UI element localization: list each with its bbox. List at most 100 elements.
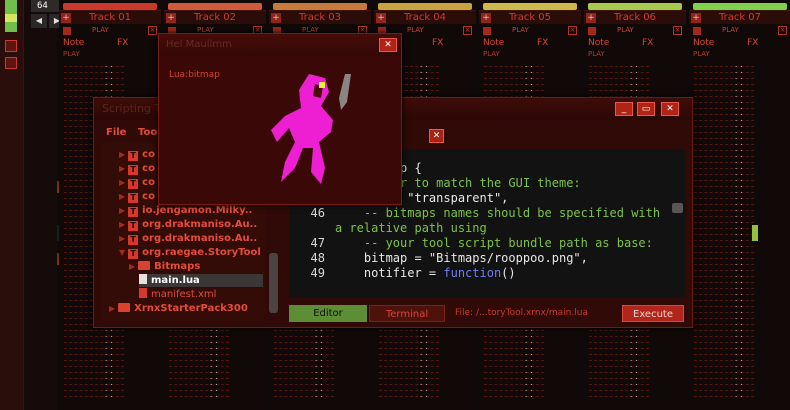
code-line[interactable]: 49 notifier = function() <box>289 266 685 281</box>
play-label: PLAY <box>617 26 634 34</box>
track-color-bar[interactable] <box>273 3 367 10</box>
close-icon[interactable]: × <box>673 26 682 35</box>
track-color-bar[interactable] <box>588 3 682 10</box>
track-header[interactable]: + Track 07 <box>689 10 790 24</box>
left-toolbar <box>0 0 24 410</box>
note-column-label[interactable]: Note <box>588 37 609 49</box>
maximize-button[interactable]: ▭ <box>637 102 655 116</box>
fx-column-label[interactable]: FX <box>117 37 128 49</box>
note-column-label[interactable]: Note <box>483 37 504 49</box>
empty-note-cell <box>64 354 124 356</box>
code-line-number: 48 <box>310 251 325 265</box>
pattern-row[interactable]: .. <box>165 391 265 400</box>
tab-editor[interactable]: Editor <box>289 305 367 322</box>
pattern-row[interactable]: .. <box>480 391 580 400</box>
tree-item-label: co <box>142 149 155 160</box>
tree-item[interactable]: ▶ Torg.drakmaniso.Au.. <box>119 232 257 245</box>
execute-button[interactable]: Execute <box>622 305 684 322</box>
empty-note-cell <box>484 330 544 332</box>
mute-button[interactable] <box>5 40 17 52</box>
tree-item[interactable]: ▶ Torg.drakmaniso.Au.. <box>119 218 257 231</box>
empty-note-cell <box>64 360 124 362</box>
tree-item[interactable]: manifest.xml <box>139 288 216 301</box>
play-toggle-icon[interactable] <box>483 27 491 35</box>
code-text: bitmap = "Bitmaps/rooppoo.png", <box>335 251 588 265</box>
fx-column-label[interactable]: FX <box>537 37 548 49</box>
tab-terminal[interactable]: Terminal <box>369 305 445 322</box>
play-toggle-icon[interactable] <box>693 27 701 35</box>
code-line[interactable]: 48 bitmap = "Bitmaps/rooppoo.png", <box>289 251 685 266</box>
fx-column-label[interactable]: FX <box>747 37 758 49</box>
track-color-bar[interactable] <box>168 3 262 10</box>
close-editor-tab-button[interactable]: ✕ <box>429 129 444 143</box>
empty-note-cell <box>169 384 229 386</box>
empty-note-cell <box>694 168 754 170</box>
close-button[interactable]: ✕ <box>661 102 679 116</box>
track-color-bar[interactable] <box>483 3 577 10</box>
tree-scrollbar[interactable] <box>269 253 278 313</box>
tree-item[interactable]: ▶ Tio.jengamon.Milky.. <box>119 204 252 217</box>
close-icon[interactable]: × <box>148 26 157 35</box>
empty-note-cell <box>484 390 544 392</box>
pattern-row[interactable]: .. <box>690 391 790 400</box>
track-header[interactable]: + Track 04 <box>374 10 476 24</box>
tree-item[interactable]: ▶ Tco <box>119 162 155 175</box>
pattern-row[interactable]: .. <box>60 391 160 400</box>
empty-note-cell <box>694 156 754 158</box>
track-color-bar[interactable] <box>378 3 472 10</box>
tree-item[interactable]: ▶ Tco <box>119 190 155 203</box>
empty-note-cell <box>694 204 754 206</box>
menu-tools[interactable]: Too <box>138 127 157 138</box>
dialog-title: Hel Maullmm <box>166 39 232 50</box>
expand-arrow-icon: ▶ <box>119 206 126 215</box>
track-color-bar[interactable] <box>63 3 157 10</box>
track-header[interactable]: + Track 01 <box>59 10 161 24</box>
tree-item[interactable]: ▶ Tco <box>119 148 155 161</box>
empty-note-cell <box>589 396 649 398</box>
cursor-cell[interactable] <box>752 225 758 241</box>
track-column[interactable]: + Track 07 PLAY × Note FX PLAY................… <box>689 0 790 410</box>
play-toggle-icon[interactable] <box>63 27 71 35</box>
expand-arrow-icon: ▶ <box>109 304 116 313</box>
code-line[interactable]: 46 -- bitmaps names should be specified … <box>289 206 685 221</box>
track-header[interactable]: + Track 03 <box>269 10 371 24</box>
tree-item-selected[interactable]: main.lua <box>139 274 263 287</box>
tree-item[interactable]: ▼ Torg.raegae.StoryTool <box>119 246 261 259</box>
play-toggle-icon[interactable] <box>588 27 596 35</box>
pattern-row[interactable]: .. <box>585 391 685 400</box>
empty-note-cell <box>169 348 229 350</box>
code-line[interactable]: a relative path using <box>289 221 685 236</box>
close-icon[interactable]: × <box>778 26 787 35</box>
pattern-row[interactable]: .. <box>375 391 475 400</box>
track-header[interactable]: + Track 06 <box>584 10 686 24</box>
prev-pattern-button[interactable]: ◀ <box>31 14 47 28</box>
solo-button[interactable] <box>5 57 17 69</box>
dialog-titlebar[interactable]: Hel Maullmm <box>159 34 401 56</box>
track-header[interactable]: + Track 02 <box>164 10 266 24</box>
note-column-label[interactable]: Note <box>693 37 714 49</box>
fx-column-label[interactable]: FX <box>432 37 443 49</box>
tree-item[interactable]: ▶ XrnxStarterPack300 <box>109 302 248 315</box>
empty-note-cell <box>694 348 754 350</box>
close-icon[interactable]: × <box>463 26 472 35</box>
minimize-button[interactable]: _ <box>615 102 633 116</box>
fx-column-label[interactable]: FX <box>642 37 653 49</box>
track-color-bar[interactable] <box>693 3 787 10</box>
menu-file[interactable]: File <box>106 127 126 138</box>
close-icon[interactable]: × <box>568 26 577 35</box>
pattern-row[interactable]: .. <box>270 391 370 400</box>
expand-arrow-icon: ▶ <box>129 262 136 271</box>
empty-note-cell <box>64 390 124 392</box>
empty-value-cell: .. <box>104 391 115 399</box>
bitmap-image[interactable] <box>259 72 369 192</box>
dialog-close-button[interactable]: ✕ <box>379 38 397 52</box>
track-header[interactable]: + Track 05 <box>479 10 581 24</box>
tree-item[interactable]: ▶ Bitmaps <box>129 260 200 273</box>
empty-note-cell <box>169 372 229 374</box>
note-column-label[interactable]: Note <box>63 37 84 49</box>
editor-scrollbar[interactable] <box>672 203 683 213</box>
tree-item[interactable]: ▶ Tco <box>119 176 155 189</box>
empty-note-cell <box>694 66 754 68</box>
code-line[interactable]: 47 -- your tool script bundle path as ba… <box>289 236 685 251</box>
empty-note-cell <box>379 366 439 368</box>
